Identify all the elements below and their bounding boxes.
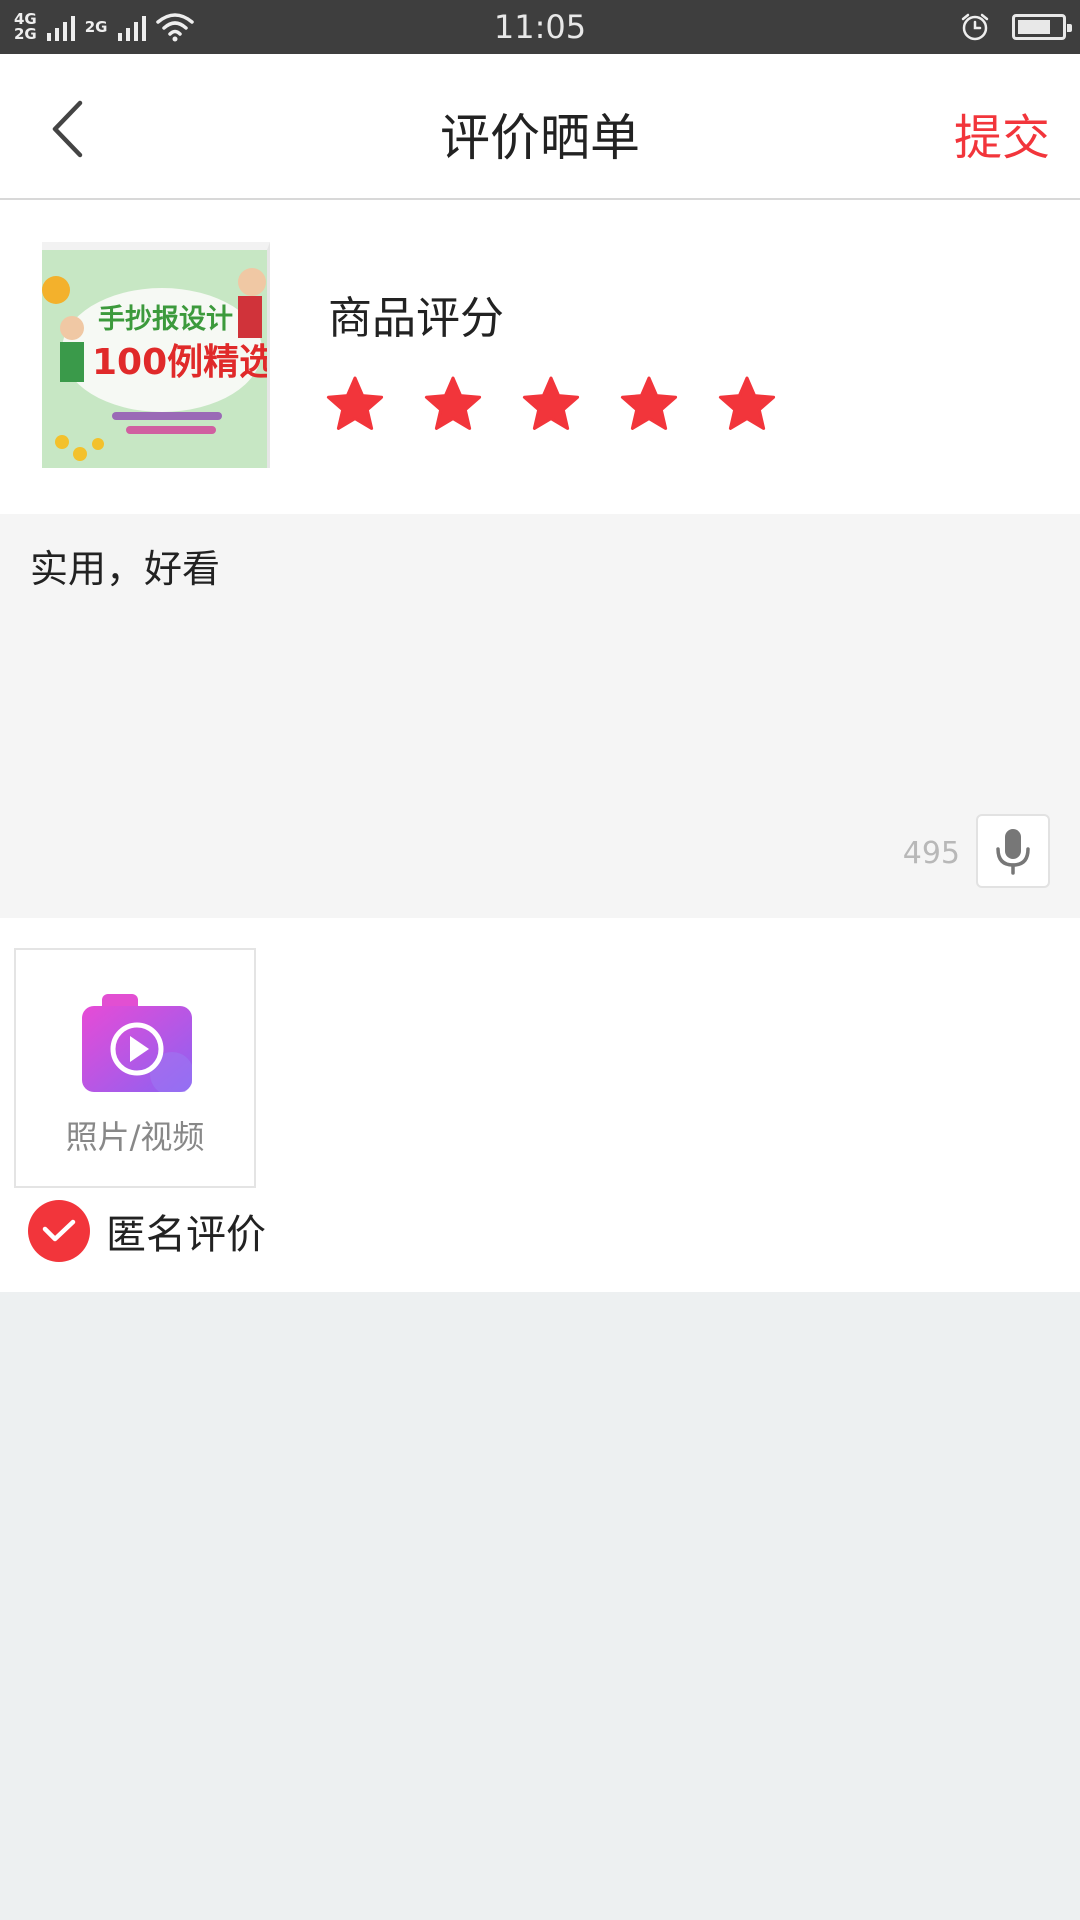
camera-video-icon [82,994,192,1092]
microphone-icon [996,829,1030,875]
star-icon[interactable] [718,376,776,432]
alarm-icon [961,13,989,41]
star-icon[interactable] [424,376,482,432]
cover-title-line2: 100例精选 [92,342,267,383]
checkmark-icon [42,1219,76,1242]
cover-title-line1: 手抄报设计 [98,304,233,335]
media-section: 照片/视频 匿名评价 [0,918,1080,1292]
status-right [960,10,1072,44]
voice-input-button[interactable] [976,814,1050,888]
nav-bar: 评价晒单 提交 [0,54,1080,200]
product-image[interactable]: 手抄报设计 100例精选 [42,242,270,468]
checkbox-checked[interactable] [28,1200,90,1262]
book-cover-art: 手抄报设计 100例精选 [42,250,267,468]
page-title: 评价晒单 [440,109,640,167]
star-icon[interactable] [522,376,580,432]
rating-label: 商品评分 [328,293,504,344]
status-time: 11:05 [493,8,587,46]
char-count: 495 [902,836,960,871]
star-rating[interactable] [326,376,776,432]
battery-icon [1012,14,1072,40]
anonymous-toggle[interactable]: 匿名评价 [28,1200,266,1262]
upload-media-button[interactable]: 照片/视频 [14,948,256,1188]
status-bar: 4G 2G 2G 11:05 [0,0,1080,54]
star-icon[interactable] [326,376,384,432]
review-textarea[interactable]: 实用，好看 495 [0,514,1080,918]
anonymous-label: 匿名评价 [106,1212,266,1258]
product-section: 手抄报设计 100例精选 商品评分 [0,200,1080,514]
review-text[interactable]: 实用，好看 [30,538,220,593]
upload-label: 照片/视频 [65,1118,205,1156]
submit-button[interactable]: 提交 [954,98,1050,168]
star-icon[interactable] [620,376,678,432]
